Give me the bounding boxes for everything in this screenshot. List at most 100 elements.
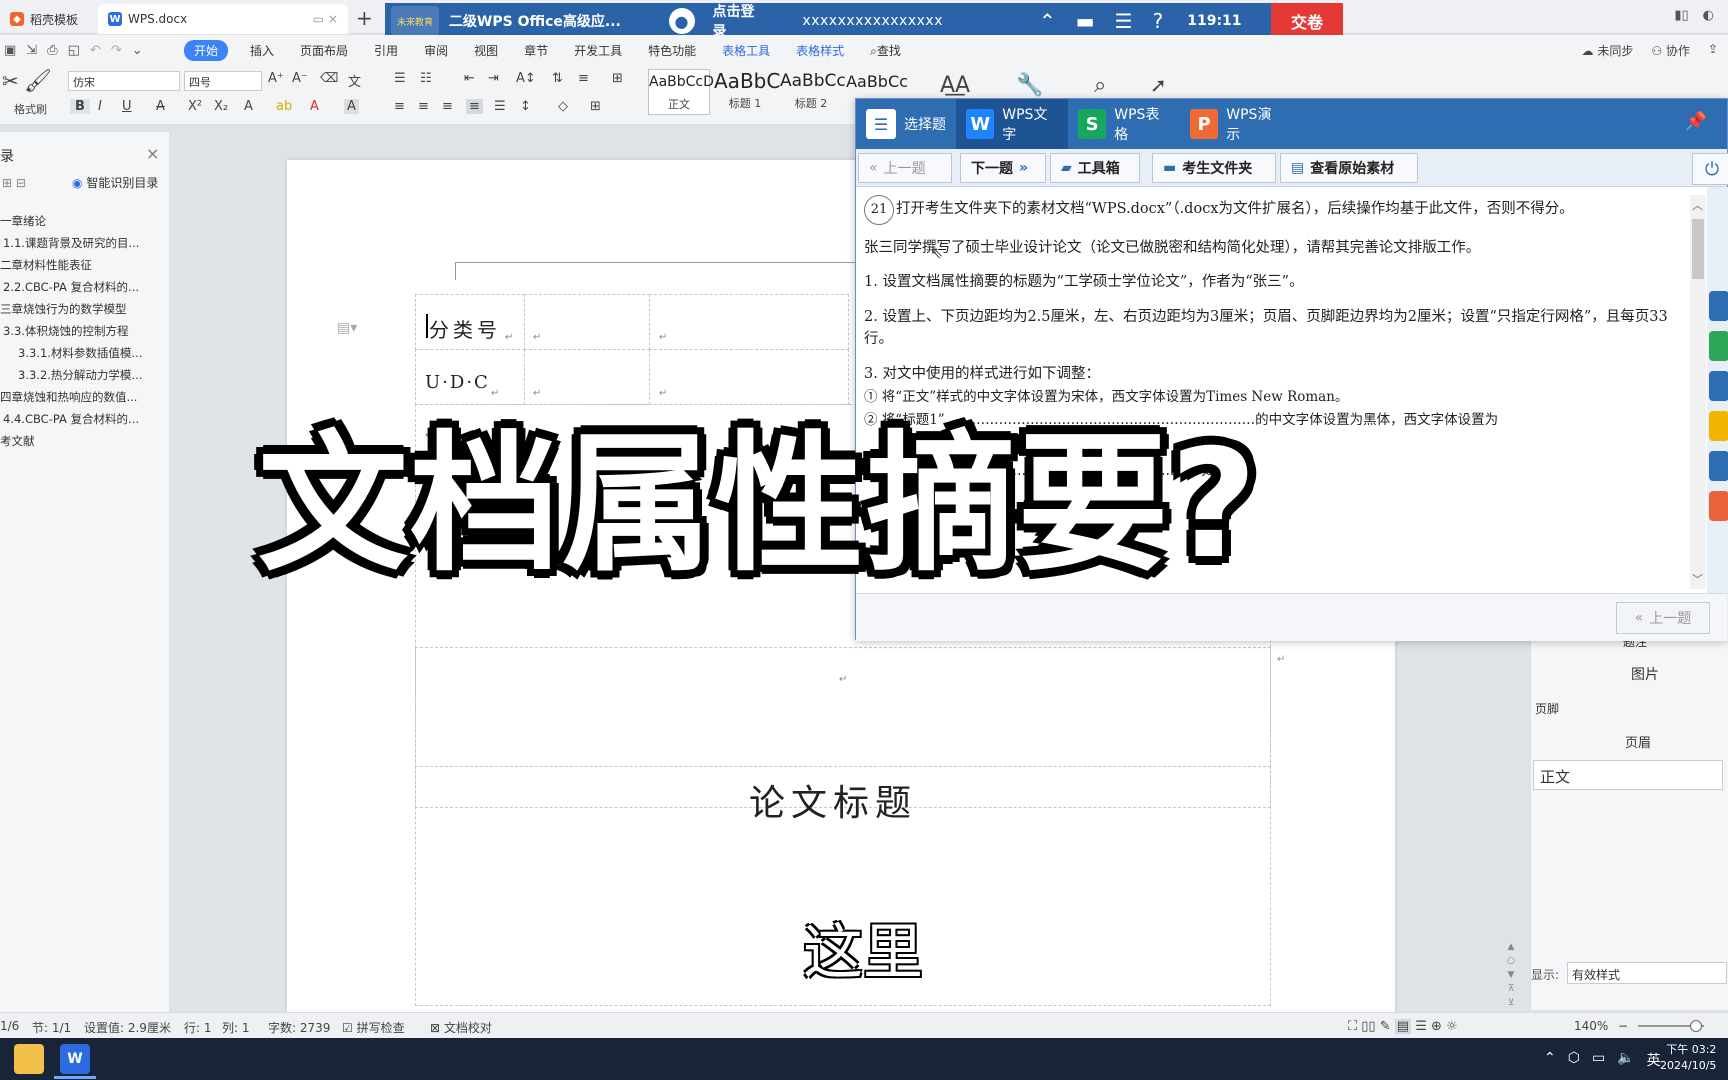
word-count[interactable]: 字数: 2739 bbox=[268, 1019, 330, 1036]
view-source-button[interactable]: ▤ 查看原始素材 bbox=[1280, 153, 1418, 183]
char-scale-icon[interactable]: A↕ bbox=[516, 71, 536, 86]
scroll-thumb[interactable] bbox=[1692, 219, 1704, 279]
help-icon[interactable]: ? bbox=[1153, 9, 1164, 33]
subscript-icon[interactable]: X₂ bbox=[214, 99, 228, 114]
text-tools-icon[interactable]: A͟A bbox=[940, 73, 970, 98]
table-cell[interactable] bbox=[649, 349, 849, 405]
skin-icon[interactable]: ◐ bbox=[1703, 8, 1714, 23]
sort-icon[interactable]: ⇅ bbox=[552, 71, 563, 86]
grow-font-icon[interactable]: A⁺ bbox=[268, 71, 284, 86]
document-proofread[interactable]: ⊠ 文档校对 bbox=[430, 1019, 492, 1036]
share-icon[interactable]: ⇪ bbox=[1708, 42, 1718, 59]
spell-check[interactable]: ☑ 拼写检查 bbox=[342, 1019, 405, 1036]
checklist-icon[interactable]: ☰ bbox=[1115, 9, 1133, 33]
toolbox-button[interactable]: ▰ 工具箱 bbox=[1050, 153, 1140, 183]
tab-wps-sheets[interactable]: S WPS表格 bbox=[1068, 99, 1180, 149]
style-item-header[interactable]: 页眉 bbox=[1625, 732, 1651, 751]
table-cell[interactable] bbox=[524, 349, 650, 405]
zoom-slider-knob[interactable] bbox=[1690, 1020, 1702, 1032]
footer-prev-button[interactable]: « 上一题 bbox=[1616, 602, 1710, 634]
outdent-icon[interactable]: ⇤ bbox=[464, 71, 475, 86]
superscript-icon[interactable]: X² bbox=[188, 99, 202, 114]
zoom-slider[interactable] bbox=[1638, 1020, 1704, 1032]
font-size-select[interactable]: 四号 bbox=[184, 71, 262, 91]
table-cell[interactable] bbox=[649, 294, 849, 350]
prev-question-button[interactable]: « 上一题 bbox=[858, 153, 952, 183]
customize-icon[interactable]: ⌄ bbox=[132, 43, 143, 58]
find-icon[interactable]: ⌕ bbox=[1094, 73, 1106, 98]
book-icon[interactable] bbox=[1709, 371, 1728, 401]
menu-page-layout[interactable]: 页面布局 bbox=[300, 42, 348, 59]
justify-icon[interactable]: ≡ bbox=[466, 99, 483, 114]
bold-icon[interactable]: B bbox=[70, 99, 90, 114]
layout-icon[interactable]: ▮▯ bbox=[1674, 8, 1688, 23]
tab-wps-docx[interactable]: W WPS.docx ▭ × bbox=[98, 4, 348, 34]
tab-wps-writer[interactable]: W WPS文字 bbox=[956, 99, 1068, 149]
star-icon[interactable] bbox=[1709, 411, 1728, 441]
shrink-font-icon[interactable]: A⁻ bbox=[292, 71, 308, 86]
align-left-icon[interactable]: ≡ bbox=[394, 99, 405, 114]
table-cell-main[interactable] bbox=[415, 647, 1271, 767]
notes-icon[interactable] bbox=[1709, 491, 1728, 521]
borders-icon[interactable]: ⊞ bbox=[590, 99, 601, 114]
nav-item[interactable]: 4.4.CBC-PA 复合材料的... bbox=[0, 408, 166, 430]
menu-table-style[interactable]: 表格样式 bbox=[796, 42, 844, 59]
export-icon[interactable]: ⇲ bbox=[26, 43, 37, 58]
style-normal[interactable]: AaBbCcD 正文 bbox=[648, 69, 714, 115]
select-icon[interactable]: ➚ bbox=[1150, 73, 1167, 97]
print-icon[interactable]: ⎙ bbox=[47, 43, 57, 58]
current-style-box[interactable]: 正文 bbox=[1533, 760, 1723, 790]
nav-item[interactable]: 四章烧蚀和热响应的数值... bbox=[0, 386, 166, 408]
menu-special[interactable]: 特色功能 bbox=[648, 42, 696, 59]
align-right-icon[interactable]: ≡ bbox=[442, 99, 453, 114]
menu-table-tools[interactable]: 表格工具 bbox=[722, 42, 770, 59]
menu-find[interactable]: ⌕查找 bbox=[870, 42, 901, 59]
eye-care-icon[interactable]: ☼ bbox=[1446, 1019, 1458, 1034]
italic-icon[interactable]: I bbox=[98, 99, 102, 114]
chinese-layout-icon[interactable]: ≡ bbox=[578, 71, 589, 86]
monitor-icon[interactable]: ▬ bbox=[1076, 9, 1095, 33]
highlight-icon[interactable]: ab bbox=[276, 99, 292, 114]
paragraph-handle-icon[interactable]: ▤▾ bbox=[337, 320, 357, 336]
menu-insert[interactable]: 插入 bbox=[250, 42, 274, 59]
font-color-icon[interactable]: A bbox=[310, 99, 319, 114]
tab-wps-presentation[interactable]: P WPS演示 bbox=[1180, 99, 1292, 149]
wrench-icon[interactable]: 🔧 bbox=[1016, 73, 1043, 98]
text-effect-icon[interactable]: A bbox=[244, 99, 253, 114]
nav-item[interactable]: 考文献 bbox=[0, 430, 166, 452]
submit-button[interactable]: 交卷 bbox=[1271, 3, 1343, 39]
wps-taskbar-icon[interactable]: W bbox=[60, 1044, 90, 1074]
underline-icon[interactable]: U bbox=[122, 99, 132, 114]
ime-indicator[interactable]: 英 bbox=[1647, 1050, 1661, 1070]
next-question-button[interactable]: 下一题 » bbox=[960, 153, 1046, 183]
tab-docer-templates[interactable]: ◆ 稻壳模板 bbox=[0, 4, 98, 34]
page-nav-buttons[interactable]: ▲ ○ ▼ ⊼ ⊻ bbox=[1504, 940, 1518, 1016]
volume-icon[interactable]: 🔈 bbox=[1617, 1050, 1634, 1070]
show-select[interactable]: 有效样式 bbox=[1567, 962, 1727, 984]
close-icon[interactable]: × bbox=[146, 144, 159, 163]
style-item-picture[interactable]: 图片 bbox=[1631, 664, 1659, 684]
char-shading-icon[interactable]: A bbox=[344, 99, 359, 114]
save-icon[interactable]: ▣ bbox=[4, 43, 16, 58]
menu-references[interactable]: 引用 bbox=[374, 42, 398, 59]
outline-view-icon[interactable]: ☰ bbox=[1415, 1019, 1427, 1034]
web-view-icon[interactable]: ⊕ bbox=[1431, 1019, 1442, 1034]
network-icon[interactable]: ⬡ bbox=[1568, 1050, 1580, 1070]
collab-button[interactable]: ⚇ 协作 bbox=[1651, 42, 1690, 59]
preview-icon[interactable]: ◱ bbox=[68, 43, 80, 58]
line-spacing-icon[interactable]: ↕ bbox=[520, 99, 531, 114]
zoom-level[interactable]: 140% bbox=[1574, 1019, 1608, 1033]
nav-item[interactable]: 1.1.课题背景及研究的目... bbox=[0, 232, 166, 254]
power-icon[interactable]: ⏻ bbox=[1692, 153, 1728, 185]
clock[interactable]: 下午 03:2 2024/10/5 bbox=[1660, 1042, 1716, 1074]
scroll-down-icon[interactable]: ﹀ bbox=[1692, 571, 1703, 587]
redo-icon[interactable]: ↷ bbox=[111, 43, 122, 58]
menu-section[interactable]: 章节 bbox=[524, 42, 548, 59]
display-icon[interactable]: ▭ bbox=[1592, 1050, 1605, 1070]
indent-icon[interactable]: ⇥ bbox=[488, 71, 499, 86]
candidate-folder-button[interactable]: ▬ 考生文件夹 bbox=[1152, 153, 1276, 183]
table-cell[interactable] bbox=[524, 294, 650, 350]
show-marks-icon[interactable]: ⊞ bbox=[612, 71, 623, 86]
save-icon[interactable] bbox=[1709, 291, 1728, 321]
sync-status[interactable]: ☁ 未同步 bbox=[1581, 42, 1633, 59]
